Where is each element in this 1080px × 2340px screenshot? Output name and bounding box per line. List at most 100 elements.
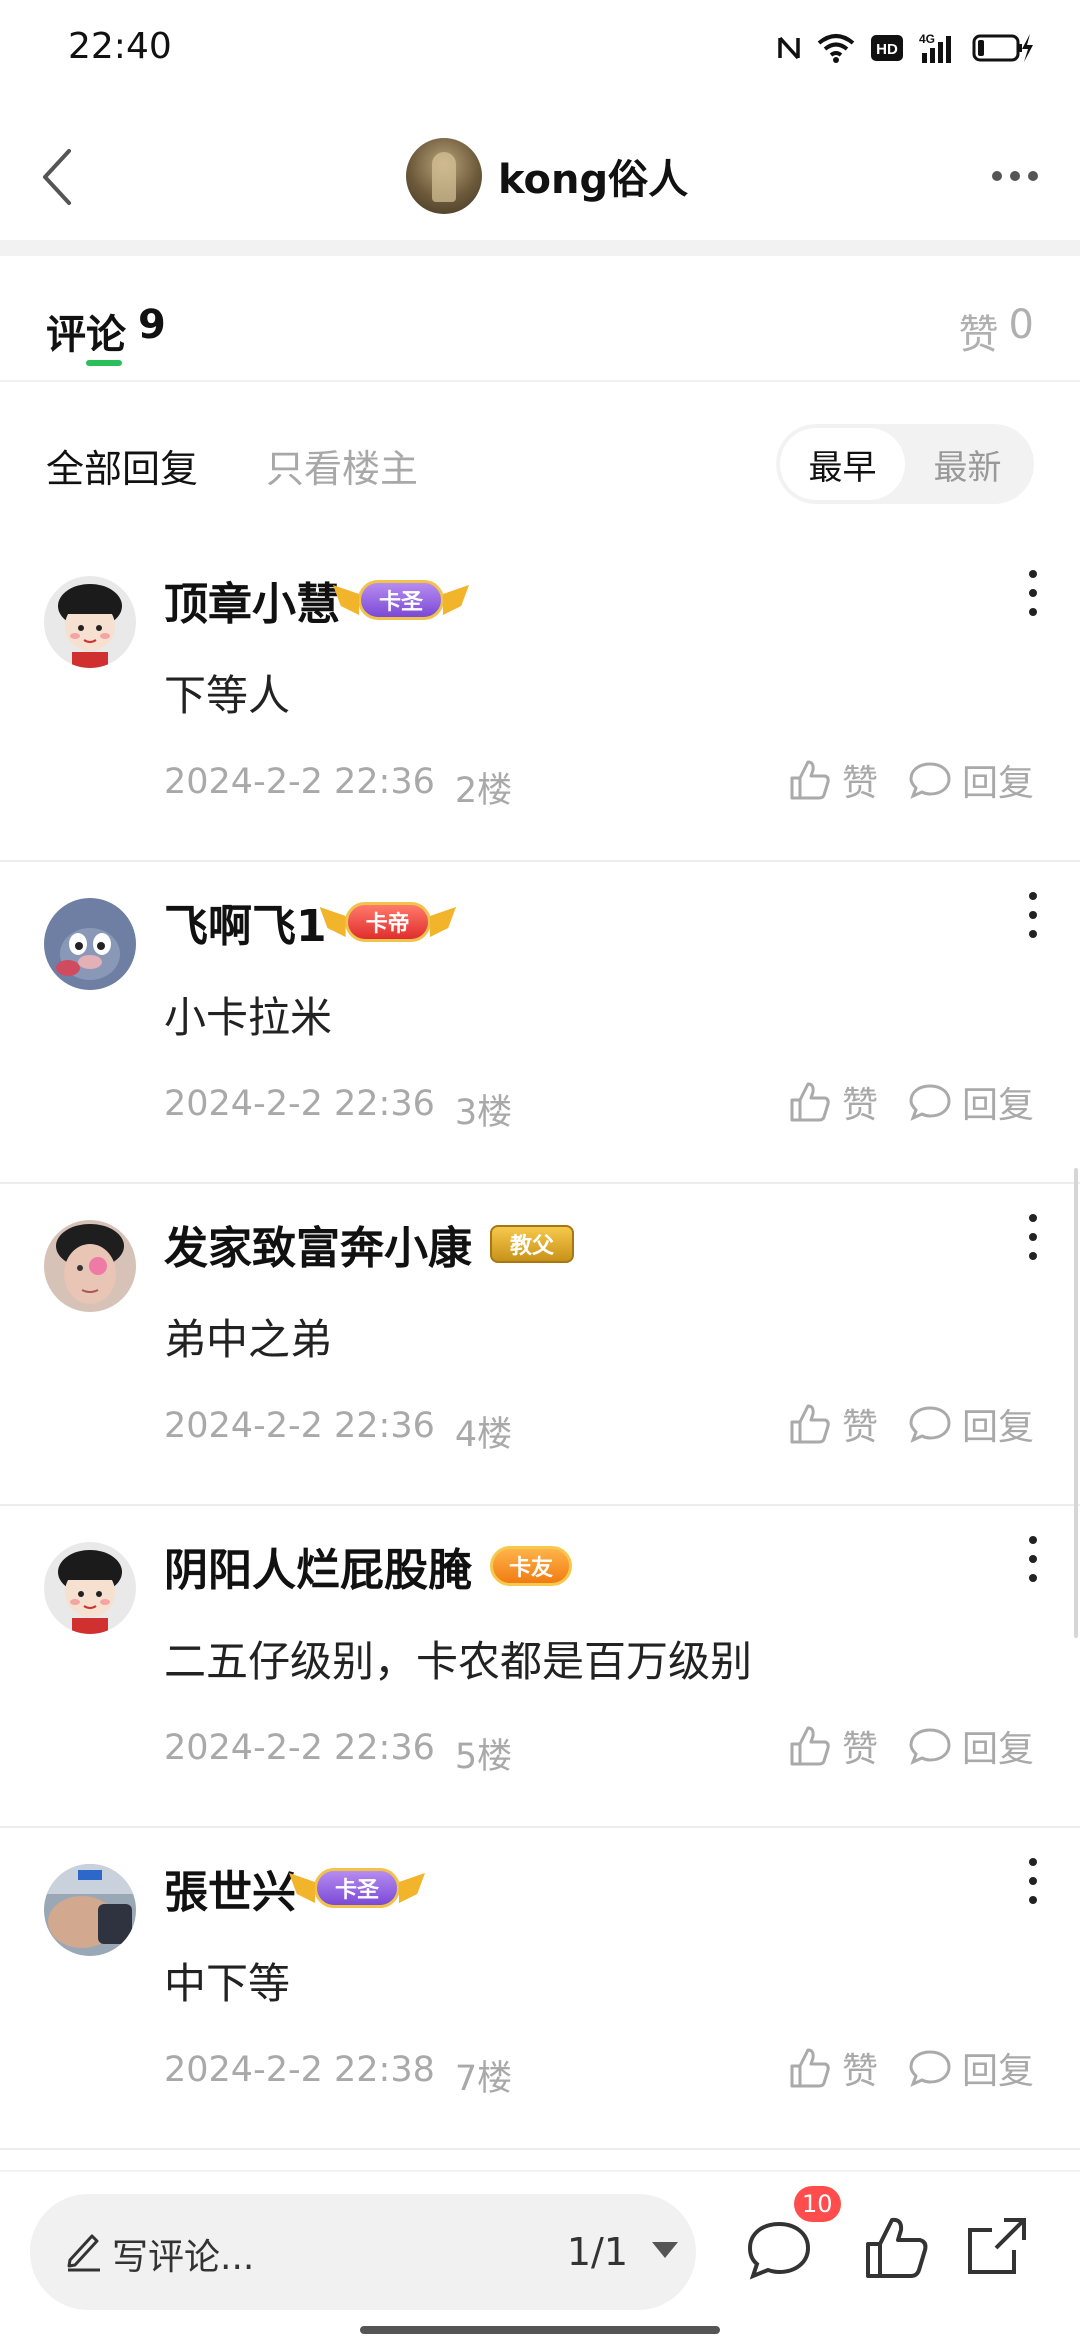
post-author[interactable]: kong俗人 xyxy=(406,128,688,224)
comment-floor: 7楼 xyxy=(454,2059,513,2099)
like-button[interactable]: 赞 xyxy=(788,1076,878,1128)
tab-comments-label: 评论 xyxy=(46,312,126,358)
avatar-cartoon-girl xyxy=(44,576,136,668)
tab-likes[interactable]: 赞 0 xyxy=(959,302,1034,360)
comment-date: 2024-2-2 22:36 xyxy=(164,1728,435,1768)
comment-floor: 4楼 xyxy=(454,1415,513,1455)
avatar-photo-hand xyxy=(44,1864,136,1956)
comment-bubble-icon xyxy=(909,1084,951,1121)
user-rank-badge: 卡帝 xyxy=(319,902,431,942)
thumbs-up-icon xyxy=(790,2048,830,2088)
svg-text:HD: HD xyxy=(876,41,898,58)
page-indicator[interactable]: 1/1 xyxy=(567,2230,628,2274)
thumbs-up-icon[interactable] xyxy=(860,2212,934,2286)
username[interactable]: 飞啊飞1 xyxy=(164,890,327,954)
like-button[interactable]: 赞 xyxy=(788,1398,878,1450)
username[interactable]: 发家致富奔小康 xyxy=(164,1212,472,1276)
author-avatar[interactable] xyxy=(406,138,482,214)
comment-date: 2024-2-2 22:36 xyxy=(164,1084,435,1124)
status-bar: 22:40 HD 4G xyxy=(0,0,1080,100)
filter-all-replies[interactable]: 全部回复 xyxy=(46,438,198,493)
thumbs-up-icon xyxy=(790,1404,830,1444)
user-avatar[interactable] xyxy=(44,576,136,668)
user-rank-badge: 卡圣 xyxy=(333,580,444,620)
wifi-icon xyxy=(817,34,855,63)
comment-bubble-icon xyxy=(909,1728,951,1765)
comment-text: 弟中之弟 xyxy=(164,1315,333,1364)
reply-button[interactable]: 回复 xyxy=(908,754,1034,806)
top-navigation-bar: kong俗人 xyxy=(0,110,1080,240)
avatar-photo-face xyxy=(44,1220,136,1312)
user-avatar[interactable] xyxy=(44,898,136,990)
more-vertical-icon xyxy=(1029,1214,1037,1222)
tab-comments-count: 9 xyxy=(138,302,166,348)
status-icons: HD 4G xyxy=(776,28,1034,68)
reply-button[interactable]: 回复 xyxy=(908,1398,1034,1450)
user-rank-badge: 卡圣 xyxy=(289,1868,400,1908)
user-avatar[interactable] xyxy=(44,1220,136,1312)
thumbs-up-icon xyxy=(790,1082,830,1122)
more-vertical-icon xyxy=(1029,1858,1037,1866)
write-comment-input[interactable]: 写评论... 1/1 xyxy=(30,2194,696,2310)
comment-date: 2024-2-2 22:36 xyxy=(164,762,435,802)
sort-newest[interactable]: 最新 xyxy=(905,428,1030,500)
comment-floor: 5楼 xyxy=(454,1737,513,1777)
more-vertical-icon xyxy=(1029,570,1037,578)
comment-bubble-icon xyxy=(909,762,951,799)
page-title: kong俗人 xyxy=(498,157,689,203)
tab-comments[interactable]: 评论 9 xyxy=(46,302,166,360)
comment-more-button[interactable] xyxy=(1018,1212,1048,1262)
comment-more-button[interactable] xyxy=(1018,1534,1048,1584)
sort-toggle: 最早 最新 xyxy=(776,424,1034,504)
like-button[interactable]: 赞 xyxy=(788,1720,878,1772)
more-options-button[interactable] xyxy=(980,148,1050,204)
comment-meta: 2024-2-2 22:36 4楼 xyxy=(164,1406,512,1457)
comment-meta: 2024-2-2 22:38 7楼 xyxy=(164,2050,512,2101)
comment-text: 二五仔级别，卡农都是百万级别 xyxy=(164,1637,753,1686)
thumbs-up-icon xyxy=(790,760,830,800)
svg-text:4G: 4G xyxy=(919,32,935,46)
comment-floor: 2楼 xyxy=(454,771,513,811)
chevron-left-icon xyxy=(43,149,71,205)
user-avatar[interactable] xyxy=(44,1864,136,1956)
scrollbar[interactable] xyxy=(1074,1168,1078,1638)
comment-text: 小卡拉米 xyxy=(164,993,333,1042)
share-icon[interactable] xyxy=(960,2210,1034,2284)
comment-more-button[interactable] xyxy=(1018,568,1048,618)
comment-item: 張世兴 卡圣 中下等 2024-2-2 22:38 7楼 赞 回复 xyxy=(0,1828,1080,2150)
home-indicator[interactable] xyxy=(360,2326,720,2334)
status-time: 22:40 xyxy=(68,26,172,67)
comment-text: 下等人 xyxy=(164,671,291,720)
comment-item: 顶章小慧 卡圣 下等人 2024-2-2 22:36 2楼 赞 回复 xyxy=(0,540,1080,862)
sort-earliest[interactable]: 最早 xyxy=(780,428,905,500)
avatar-cartoon-girl xyxy=(44,1542,136,1634)
reply-button[interactable]: 回复 xyxy=(908,1076,1034,1128)
user-rank-badge: 卡友 xyxy=(490,1546,573,1586)
more-vertical-icon xyxy=(1029,892,1037,900)
username[interactable]: 顶章小慧 xyxy=(164,568,340,632)
comment-icon[interactable] xyxy=(742,2212,816,2286)
like-button[interactable]: 赞 xyxy=(788,2042,878,2094)
username[interactable]: 張世兴 xyxy=(164,1856,296,1920)
active-tab-indicator xyxy=(86,360,122,366)
comment-bubble-icon xyxy=(909,1406,951,1443)
pencil-icon xyxy=(67,2234,100,2272)
reply-button[interactable]: 回复 xyxy=(908,1720,1034,1772)
more-vertical-icon xyxy=(1029,1536,1037,1544)
hd-icon: HD xyxy=(871,35,903,61)
username[interactable]: 阴阳人烂屁股腌 xyxy=(164,1534,472,1598)
avatar-cartoon-cat xyxy=(44,898,136,990)
filter-owner-only[interactable]: 只看楼主 xyxy=(266,438,418,493)
user-avatar[interactable] xyxy=(44,1542,136,1634)
caret-down-icon[interactable] xyxy=(652,2242,678,2258)
like-button[interactable]: 赞 xyxy=(788,754,878,806)
comment-more-button[interactable] xyxy=(1018,1856,1048,1906)
reply-button[interactable]: 回复 xyxy=(908,2042,1034,2094)
comment-item: 阴阳人烂屁股腌 卡友 二五仔级别，卡农都是百万级别 2024-2-2 22:36… xyxy=(0,1506,1080,1828)
tab-likes-count: 0 xyxy=(1008,302,1034,348)
comment-more-button[interactable] xyxy=(1018,890,1048,940)
back-button[interactable] xyxy=(22,132,92,222)
comment-meta: 2024-2-2 22:36 3楼 xyxy=(164,1084,512,1135)
tab-bar: 评论 9 赞 0 xyxy=(0,256,1080,382)
comment-date: 2024-2-2 22:36 xyxy=(164,1406,435,1446)
